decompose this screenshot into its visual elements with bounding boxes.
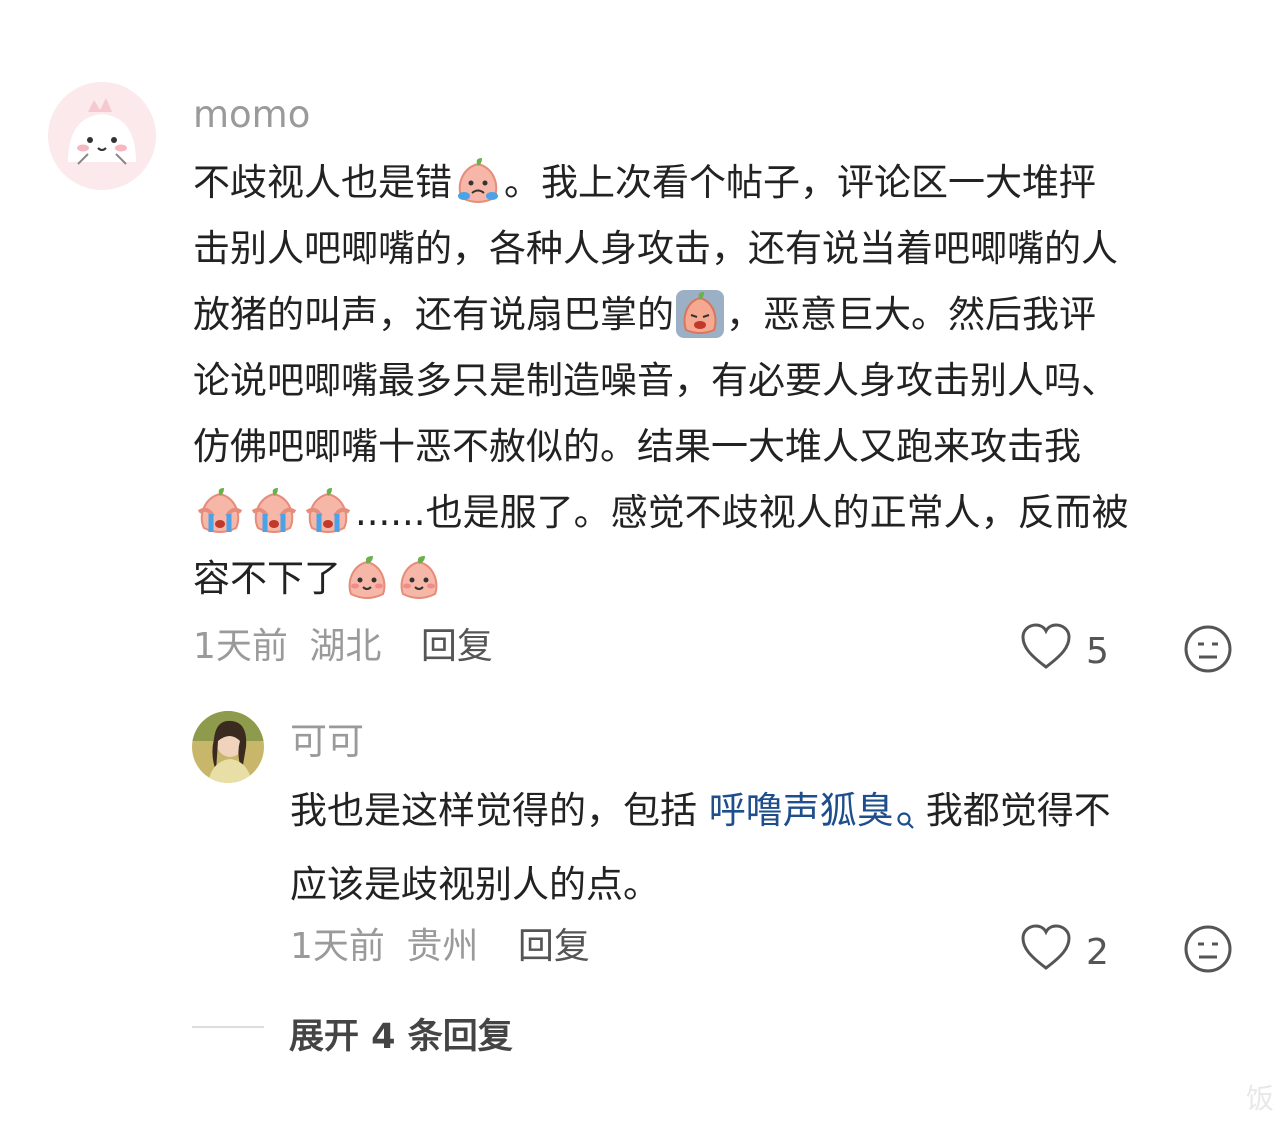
search-link[interactable]: 呼噜声狐臭 — [709, 789, 894, 832]
smiling-peach-emoji-icon — [393, 552, 445, 604]
comment-line-4: 论说吧唧嘴最多只是制造噪音，有必要人身攻击别人吗、 — [193, 359, 1118, 402]
meh-face-icon — [1183, 625, 1233, 678]
comment-dislike-button[interactable] — [1183, 624, 1233, 678]
reply-avatar[interactable] — [192, 711, 264, 783]
smiling-peach-emoji-icon — [341, 552, 393, 604]
comment-like-count: 5 — [1086, 631, 1109, 672]
reply-like-count: 2 — [1086, 932, 1109, 973]
heart-outline-icon — [1020, 924, 1072, 981]
comment-line-2: 击别人吧唧嘴的，各种人身攻击，还有说当着吧唧嘴的人 — [193, 227, 1118, 270]
watermark: 饭 — [1245, 1082, 1274, 1115]
reply-line-2: 应该是歧视别人的点。 — [290, 863, 660, 906]
comment-time: 1天前 — [193, 626, 288, 667]
sobbing-peach-emoji-icon — [193, 486, 247, 538]
search-mini-icon[interactable] — [896, 786, 916, 852]
reply-location: 贵州 — [406, 926, 479, 967]
reply-line-1: 我也是这样觉得的，包括 呼噜声狐臭 我都觉得不 — [290, 778, 1250, 852]
sobbing-peach-emoji-icon — [301, 486, 355, 538]
sobbing-peach-emoji-icon — [247, 486, 301, 538]
comment-line-7: 容不下了 — [193, 546, 1253, 612]
reply-reply-button[interactable]: 回复 — [518, 926, 590, 967]
reply-dislike-button[interactable] — [1183, 924, 1233, 978]
reply-text: 我也是这样觉得的，包括 呼噜声狐臭 我都觉得不 应该是歧视别人的点。 — [290, 778, 1250, 918]
comment-location: 湖北 — [309, 626, 382, 667]
meh-face-icon — [1183, 925, 1233, 978]
slapped-peach-emoji-icon — [674, 288, 726, 340]
comment-like-button[interactable]: 5 — [1020, 623, 1109, 680]
avatar[interactable] — [48, 82, 156, 190]
reply-time: 1天前 — [290, 926, 385, 967]
comment-line-1: 不歧视人也是错 。我上次看个帖子，评论区一大堆抨 — [193, 150, 1253, 216]
comment-line-3: 放猪的叫声，还有说扇巴掌的 ，恶意巨大。然后我评 — [193, 282, 1253, 348]
comment-reply-button[interactable]: 回复 — [421, 626, 493, 667]
heart-outline-icon — [1020, 623, 1072, 680]
comment-line-5: 仿佛吧唧嘴十恶不赦似的。结果一大堆人又跑来攻击我 — [193, 425, 1081, 468]
reply-like-button[interactable]: 2 — [1020, 924, 1109, 981]
comment-line-6: ......也是服了。感觉不歧视人的正常人，反而被 — [193, 480, 1253, 546]
reply-username[interactable]: 可可 — [290, 722, 364, 762]
comment-meta: 1天前 湖北 回复 — [193, 627, 493, 667]
expand-divider — [192, 1026, 264, 1028]
comment-username[interactable]: momo — [193, 95, 310, 135]
comment-text: 不歧视人也是错 。我上次看个帖子，评论区一大堆抨 击别人吧唧嘴的，各种人身攻击，还… — [193, 150, 1253, 612]
expand-replies-button[interactable]: 展开 4 条回复 — [289, 1008, 513, 1059]
crying-peach-emoji-icon — [452, 156, 504, 208]
reply-meta: 1天前 贵州 回复 — [290, 927, 590, 967]
